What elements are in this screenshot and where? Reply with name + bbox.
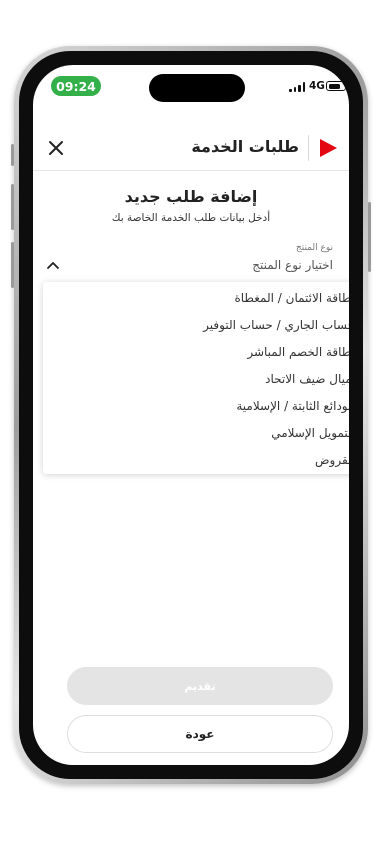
dynamic-island <box>149 74 245 102</box>
status-bar: 09:24 4G <box>33 65 349 111</box>
chevron-up-icon[interactable] <box>45 258 61 272</box>
dropdown-option[interactable]: أميال ضيف الاتحاد <box>43 366 349 393</box>
close-icon[interactable] <box>45 137 67 159</box>
page-title: طلبات الخدمة <box>191 137 299 156</box>
dropdown-option[interactable]: القروض <box>43 447 349 474</box>
dropdown-option[interactable]: بطاقة الائتمان / المغطاة <box>43 285 349 312</box>
phone-bezel: 09:24 4G طلبات الخدمة إضافة طلب جديد أدخ… <box>19 51 363 779</box>
signal-icon <box>289 82 305 92</box>
network-label: 4G <box>309 80 325 92</box>
form-title: إضافة طلب جديد <box>124 187 258 206</box>
brand-logo-icon <box>320 139 337 157</box>
battery-icon <box>326 81 349 91</box>
dropdown-option[interactable]: حساب الجاري / حساب التوفير <box>43 312 349 339</box>
product-type-label: نوع المنتج <box>295 243 333 253</box>
dropdown-option[interactable]: التمويل الإسلامي <box>43 420 349 447</box>
battery-level <box>328 83 341 89</box>
dropdown-option[interactable]: بطاقة الخصم المباشر <box>43 339 349 366</box>
form-subtitle: أدخل بيانات طلب الخدمة الخاصة بك <box>111 212 271 224</box>
status-time: 09:24 <box>51 76 101 96</box>
screen: 09:24 4G طلبات الخدمة إضافة طلب جديد أدخ… <box>33 65 349 765</box>
dropdown-option[interactable]: الودائع الثابتة / الإسلامية <box>43 393 349 420</box>
volume-up-button <box>11 184 14 230</box>
volume-down-button <box>11 242 14 288</box>
submit-button[interactable]: تقديم <box>67 667 333 705</box>
phone-frame: 09:24 4G طلبات الخدمة إضافة طلب جديد أدخ… <box>11 46 371 784</box>
power-button <box>368 202 371 272</box>
app-header: طلبات الخدمة <box>33 127 349 171</box>
header-divider <box>308 135 309 161</box>
product-type-select[interactable]: اختيار نوع المنتج <box>252 258 333 272</box>
product-type-dropdown: بطاقة الائتمان / المغطاة حساب الجاري / ح… <box>43 282 349 474</box>
action-button <box>11 144 14 166</box>
back-button[interactable]: عودة <box>67 715 333 753</box>
